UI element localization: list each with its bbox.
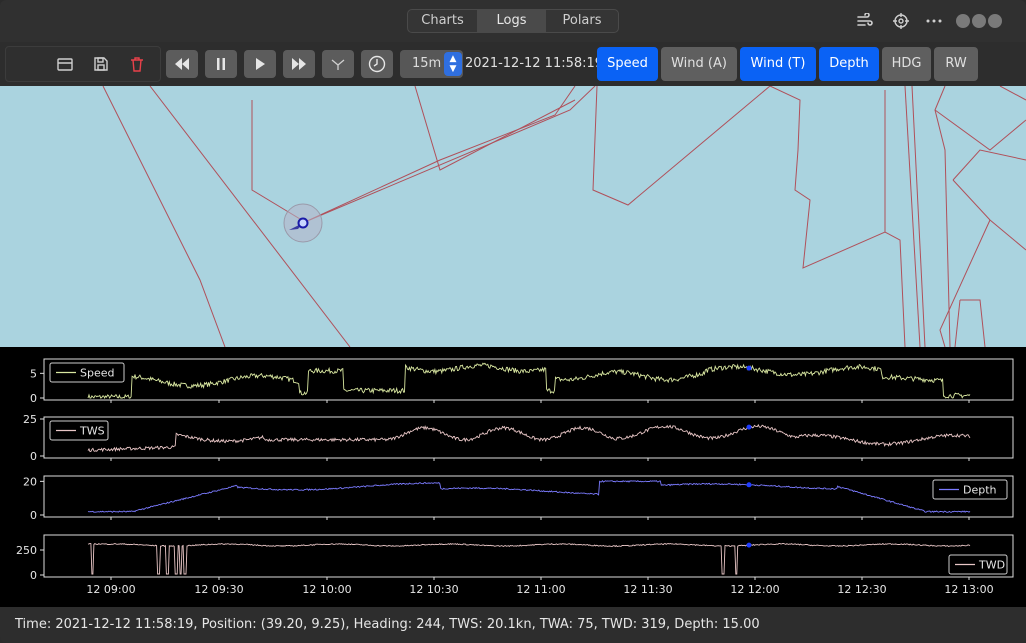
y-tick-label: 5 [30,367,37,380]
chart-panel-speed: 5 0 Speed [30,358,1014,405]
filter-icon[interactable] [322,50,354,78]
fast-forward-button[interactable] [283,50,315,78]
view-switcher: Charts Logs Polars [407,9,619,33]
status-text: Time: 2021-12-12 11:58:19, Position: (39… [15,617,760,632]
stepper-arrows-icon[interactable]: ▲ ▼ [444,52,462,76]
y-tick-label: 25 [23,413,37,426]
app-window: Charts Logs Polars 15m ▲ ▼ 2021-12-12 11… [0,0,1026,643]
title-bar: Charts Logs Polars [0,0,1026,42]
legend-label: TWD [978,559,1005,572]
wind-icon[interactable] [854,10,876,32]
status-bar: Time: 2021-12-12 11:58:19, Position: (39… [0,607,1026,643]
track-lines [102,86,1026,347]
y-tick-label: 0 [30,450,37,463]
chart-frame [43,475,1014,518]
cursor-marker [746,424,752,430]
y-tick-label: 20 [23,475,37,488]
log-charts: 5 0 Speed 25 0 TWS 20 0 Depth 250 0 TWD 12 09:00 12 … [0,347,1026,607]
cursor-marker [746,365,752,371]
legend-label: Speed [80,367,114,380]
layer-wind-true-button[interactable]: Wind (T) [740,47,816,81]
cursor-marker [746,482,752,488]
x-tick-label: 12 09:00 [86,583,135,596]
x-tick-label: 12 12:30 [837,583,886,596]
y-tick-label: 0 [30,569,37,582]
layer-hdg-button[interactable]: HDG [882,47,931,81]
maximize-button[interactable] [972,14,986,28]
tab-polars[interactable]: Polars [546,10,618,32]
charts-svg: 50Speed250TWS200Depth2500TWD 12 09:00 12 … [16,358,1014,596]
legend-label: Depth [963,484,997,497]
save-button[interactable] [85,50,117,78]
interval-stepper[interactable]: 15m ▲ ▼ [400,50,463,78]
series-line-tws [87,423,971,453]
series-line-speed [87,362,971,400]
series-line-twd [87,543,971,575]
play-button[interactable] [244,50,276,78]
rewind-button[interactable] [166,50,198,78]
chart-panel-tws: 25 0 TWS [23,413,1014,463]
x-tick-label: 12 13:00 [944,583,993,596]
track-svg [102,86,1026,347]
chart-frame [43,358,1014,401]
y-tick-label: 0 [30,392,37,405]
layer-speed-button[interactable]: Speed [597,47,658,81]
legend-label: TWS [79,425,105,438]
x-tick-label: 12 10:00 [302,583,351,596]
chart-panel-twd: 250 0 TWD [16,534,1014,582]
series-line-depth [87,479,971,513]
x-tick-label: 12 11:30 [623,583,672,596]
minimize-button[interactable] [956,14,970,28]
x-tick-label: 12 12:00 [730,583,779,596]
pause-button[interactable] [205,50,237,78]
tab-charts[interactable]: Charts [408,10,478,32]
x-tick-label: 12 11:00 [516,583,565,596]
y-tick-label: 250 [16,544,37,557]
x-tick-label: 12 09:30 [194,583,243,596]
interval-value: 15m [412,56,442,71]
y-tick-label: 0 [30,509,37,522]
delete-button[interactable] [121,50,153,78]
helm-icon[interactable] [890,10,912,32]
more-icon[interactable] [923,10,945,32]
open-button[interactable] [49,50,81,78]
boat-position-icon[interactable] [297,217,309,229]
cursor-marker [746,542,752,548]
layer-rw-button[interactable]: RW [934,47,978,81]
layer-depth-button[interactable]: Depth [819,47,879,81]
chart-frame [43,534,1014,578]
tab-logs[interactable]: Logs [478,10,546,32]
track-map[interactable] [0,86,1026,347]
current-timestamp: 2021-12-12 11:58:19 [465,56,604,71]
layer-wind-apparent-button[interactable]: Wind (A) [661,47,737,81]
close-button[interactable] [988,14,1002,28]
chart-panel-depth: 20 0 Depth [23,475,1014,522]
clock-icon[interactable] [361,50,393,78]
x-tick-label: 12 10:30 [409,583,458,596]
